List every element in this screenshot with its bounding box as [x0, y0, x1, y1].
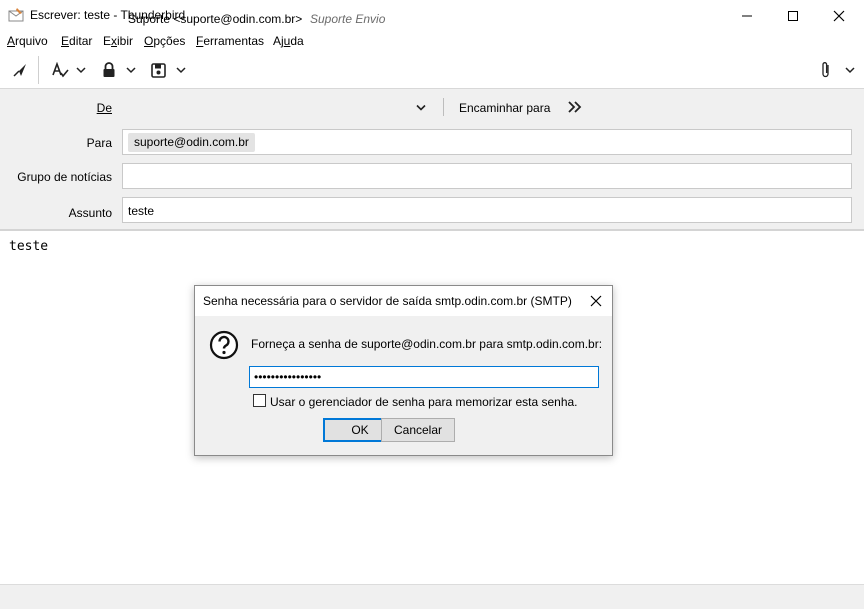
question-icon	[209, 330, 239, 360]
lock-icon	[103, 62, 115, 77]
smtp-password-dialog: Senha necessária para o servidor de saíd…	[194, 285, 613, 456]
minimize-icon	[742, 15, 752, 16]
compose-window-icon	[8, 8, 24, 22]
close-window-button[interactable]	[816, 0, 862, 31]
from-separator	[443, 98, 444, 116]
save-button[interactable]	[149, 60, 167, 80]
chevron-down-icon	[76, 67, 86, 74]
close-icon	[833, 10, 845, 21]
attach-dropdown[interactable]	[843, 60, 857, 80]
chevron-down-icon	[176, 67, 186, 74]
menu-ajuda[interactable]: Ajuda	[273, 34, 304, 48]
dialog-message: Forneça a senha de suporte@odin.com.br p…	[251, 337, 603, 351]
compose-headers: De Para Grupo de notícias Assunto teste	[0, 89, 864, 231]
from-label: De	[96, 101, 112, 115]
save-dropdown[interactable]	[174, 60, 188, 80]
from-identity-name: Suporte Envio	[310, 12, 386, 26]
dialog-title: Senha necessária para o servidor de saíd…	[203, 294, 572, 308]
password-input[interactable]: ••••••••••••••••	[249, 366, 599, 388]
chevron-down-icon	[845, 67, 855, 74]
compose-toolbar	[0, 52, 864, 89]
security-dropdown[interactable]	[124, 60, 138, 80]
attach-button[interactable]	[818, 60, 834, 80]
from-dropdown[interactable]	[415, 102, 427, 116]
menu-bar: Arquivo Editar Exibir Opções Ferramentas…	[0, 31, 864, 52]
status-bar	[0, 584, 864, 609]
menu-exibir[interactable]: Exibir	[103, 34, 133, 48]
spellcheck-icon	[52, 62, 69, 78]
send-icon	[13, 64, 26, 77]
chevron-down-icon	[416, 104, 426, 111]
menu-editar[interactable]: Editar	[61, 34, 92, 48]
from-identity-select[interactable]: Suporte <suporte@odin.com.br>	[128, 12, 302, 26]
menu-opcoes[interactable]: Opções	[144, 34, 185, 48]
minimize-button[interactable]	[724, 0, 770, 31]
spelling-button[interactable]	[50, 60, 70, 80]
subject-input-value: teste	[128, 204, 155, 218]
chevron-down-icon	[126, 67, 136, 74]
recipient-pill[interactable]: suporte@odin.com.br	[128, 133, 255, 152]
menu-arquivo[interactable]: Arquivo	[7, 34, 48, 48]
save-icon	[150, 62, 166, 78]
forward-to-button[interactable]: Encaminhar para	[459, 101, 550, 115]
menu-ferramentas[interactable]: Ferramentas	[196, 34, 264, 48]
close-icon	[590, 295, 602, 307]
remember-password-checkbox[interactable]	[253, 394, 266, 407]
newsgroup-label: Grupo de notícias	[17, 170, 112, 184]
cancel-button[interactable]: Cancelar	[381, 418, 455, 442]
maximize-button[interactable]	[770, 0, 816, 31]
security-button[interactable]	[100, 60, 118, 80]
maximize-icon	[788, 10, 798, 21]
message-body-text: teste	[9, 239, 49, 254]
to-label: Para	[86, 136, 112, 150]
toolbar-separator	[38, 56, 39, 84]
more-headers-button[interactable]	[567, 100, 583, 117]
subject-label: Assunto	[68, 206, 112, 220]
newsgroup-field[interactable]	[122, 163, 852, 189]
dialog-close-button[interactable]	[585, 290, 607, 312]
remember-password-label: Usar o gerenciador de senha para memoriz…	[270, 395, 578, 409]
subject-field[interactable]	[122, 197, 852, 223]
paperclip-icon	[822, 62, 829, 78]
double-chevron-right-icon	[568, 101, 582, 113]
spelling-dropdown[interactable]	[74, 60, 88, 80]
send-button[interactable]	[10, 60, 30, 80]
